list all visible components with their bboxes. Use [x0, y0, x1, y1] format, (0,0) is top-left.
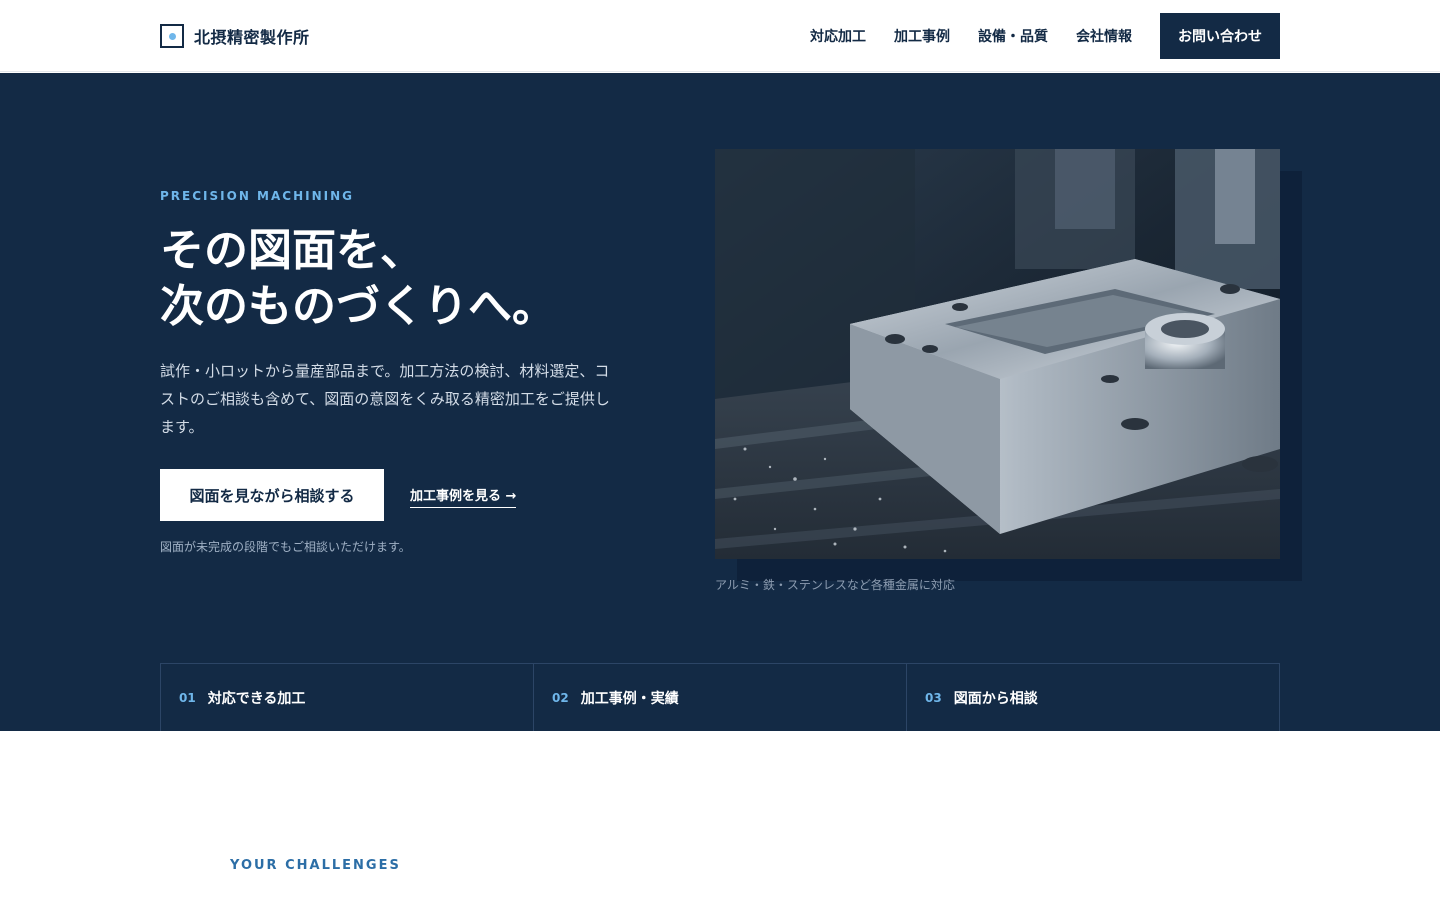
image-caption: アルミ・鉄・ステンレスなど各種金属に対応: [715, 578, 955, 592]
card-label: 加工事例・実績: [580, 690, 679, 707]
card-services[interactable]: 01 対応できる加工: [161, 664, 534, 731]
contact-button[interactable]: お問い合わせ: [1160, 13, 1280, 59]
nav-link-company[interactable]: 会社情報: [1076, 26, 1132, 46]
hero-note: 図面が未完成の段階でもご相談いただけます。: [160, 540, 411, 554]
hero-image: [715, 149, 1280, 559]
card-label: 対応できる加工: [207, 690, 306, 707]
card-number: 01: [179, 690, 196, 705]
card-cases[interactable]: 02 加工事例・実績: [534, 664, 907, 731]
hero-section: PRECISION MACHINING その図面を、 次のものづくりへ。 試作・…: [0, 73, 1440, 731]
site-header: 北摂精密製作所 対応加工 加工事例 設備・品質 会社情報 お問い合わせ: [0, 0, 1440, 72]
logo-icon: [160, 24, 184, 48]
card-number: 02: [552, 690, 569, 705]
card-number: 03: [925, 690, 942, 705]
card-label: 図面から相談: [953, 690, 1038, 707]
nav-link-cases[interactable]: 加工事例: [894, 26, 950, 46]
hero-headline: その図面を、 次のものづくりへ。: [160, 223, 680, 335]
feature-cards: 01 対応できる加工 02 加工事例・実績 03 図面から相談: [160, 663, 1280, 731]
consult-button[interactable]: 図面を見ながら相談する: [160, 469, 384, 521]
brand-logo[interactable]: 北摂精密製作所: [160, 24, 310, 48]
headline-line-2: 次のものづくりへ。: [160, 281, 556, 332]
main-nav: 対応加工 加工事例 設備・品質 会社情報 お問い合わせ: [810, 13, 1280, 59]
challenges-eyebrow: YOUR CHALLENGES: [230, 858, 401, 873]
headline-line-1: その図面を、: [160, 225, 424, 276]
hero-lead: 試作・小ロットから量産部品まで。加工方法の検討、材料選定、コストのご相談も含めて…: [160, 362, 610, 436]
nav-link-services[interactable]: 対応加工: [810, 26, 866, 46]
brand-name: 北摂精密製作所: [194, 28, 310, 47]
hero-eyebrow: PRECISION MACHINING: [160, 189, 354, 203]
card-consult[interactable]: 03 図面から相談: [907, 664, 1279, 731]
nav-link-equipment[interactable]: 設備・品質: [978, 26, 1048, 46]
view-cases-link[interactable]: 加工事例を見る →: [410, 485, 517, 508]
